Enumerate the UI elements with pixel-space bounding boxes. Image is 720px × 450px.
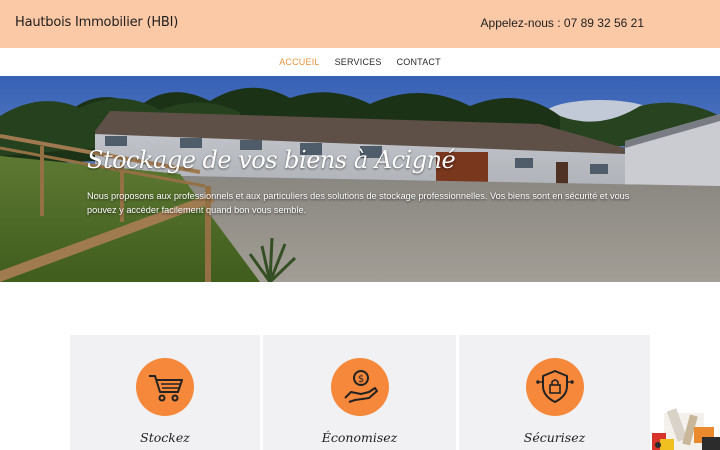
features-section: Stockez $ Économisez Sécurisez <box>70 335 650 450</box>
hero-background-photo <box>0 76 720 282</box>
hero-banner: Stockage de vos biens à Acigné Nous prop… <box>0 76 720 282</box>
feature-title: Économisez <box>321 430 398 445</box>
feature-card-economisez: $ Économisez <box>263 335 456 450</box>
main-navigation: ACCUEIL SERVICES CONTACT <box>0 48 720 76</box>
hero-description: Nous proposons aux professionnels et aux… <box>87 191 630 215</box>
security-shield-icon <box>526 358 584 416</box>
phone-contact[interactable]: Appelez-nous : 07 89 32 56 21 <box>481 16 644 30</box>
brand-name[interactable]: Hautbois Immobilier (HBI) <box>15 15 178 30</box>
nav-item-accueil[interactable]: ACCUEIL <box>279 57 319 67</box>
nav-item-contact[interactable]: CONTACT <box>397 57 441 67</box>
hero-title: Stockage de vos biens à Acigné <box>87 146 456 174</box>
svg-text:$: $ <box>358 374 364 385</box>
nav-item-services[interactable]: SERVICES <box>335 57 382 67</box>
shopping-cart-icon <box>136 358 194 416</box>
feature-title: Sécurisez <box>523 430 586 445</box>
feature-card-stockez: Stockez <box>70 335 260 450</box>
feature-title: Stockez <box>140 430 190 445</box>
money-hand-icon: $ <box>331 358 389 416</box>
top-header-bar: Hautbois Immobilier (HBI) Appelez-nous :… <box>0 0 720 48</box>
feature-card-securisez: Sécurisez <box>459 335 650 450</box>
tools-illustration <box>652 408 720 450</box>
